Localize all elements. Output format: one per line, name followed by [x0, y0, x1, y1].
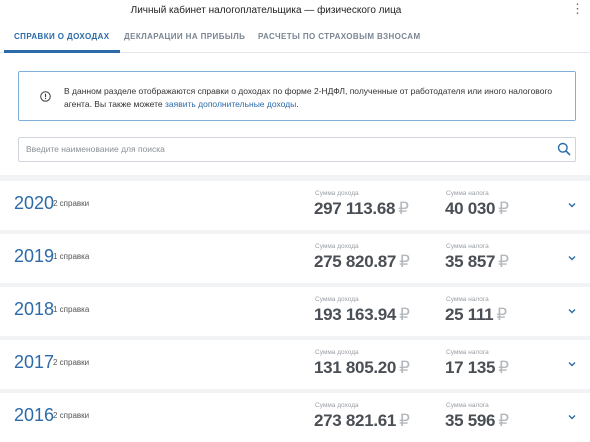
window-title: Личный кабинет налогоплательщика — физич…: [130, 5, 402, 16]
tax-amount: 35 857 ₽: [445, 252, 509, 272]
year-row-2017[interactable]: 2017 2 справки Сумма дохода 131 805.20 ₽ …: [0, 340, 590, 389]
chevron-down-icon[interactable]: [567, 201, 577, 209]
info-icon: [40, 91, 51, 102]
year-row-2020[interactable]: 2020 2 справки Сумма дохода 297 113.68 ₽ …: [0, 181, 590, 230]
income-value: 131 805.20: [314, 358, 397, 377]
statement-count: 1 справка: [53, 305, 90, 314]
income-value: 275 820.87: [314, 252, 397, 271]
year-label: 2019: [14, 246, 55, 266]
ruble-sign: ₽: [496, 305, 507, 324]
tax-value: 35 857: [445, 252, 496, 271]
ruble-sign: ₽: [498, 411, 509, 430]
statement-count: 1 справка: [53, 252, 90, 261]
chevron-down-icon[interactable]: [567, 413, 577, 421]
income-label: Сумма дохода: [315, 296, 359, 303]
statement-count: 2 справки: [53, 411, 90, 420]
tax-amount: 35 596 ₽: [445, 411, 509, 431]
declare-additional-income-link[interactable]: заявить дополнительные доходы: [165, 99, 296, 109]
statement-count: 2 справки: [53, 199, 90, 208]
income-label: Сумма дохода: [315, 190, 359, 197]
year-row-2019[interactable]: 2019 1 справка Сумма дохода 275 820.87 ₽ …: [0, 234, 590, 283]
income-value: 273 821.61: [314, 411, 397, 430]
ruble-sign: ₽: [399, 252, 410, 271]
tax-label: Сумма налога: [446, 243, 489, 250]
income-amount: 193 163.94 ₽: [314, 305, 410, 325]
content-panel: В данном разделе отображаются справки о …: [0, 53, 590, 175]
year-row-2018[interactable]: 2018 1 справка Сумма дохода 193 163.94 ₽ …: [0, 287, 590, 336]
ruble-sign: ₽: [498, 358, 509, 377]
income-amount: 273 821.61 ₽: [314, 411, 410, 431]
tab-profit-declarations[interactable]: ДЕКЛАРАЦИИ НА ПРИБЫЛЬ: [124, 22, 245, 52]
info-notice: В данном разделе отображаются справки о …: [18, 71, 576, 121]
info-message: В данном разделе отображаются справки о …: [64, 86, 553, 109]
tax-value: 40 030: [445, 199, 496, 218]
info-text: В данном разделе отображаются справки о …: [64, 85, 564, 111]
search-input[interactable]: [26, 141, 546, 157]
ruble-sign: ₽: [498, 199, 509, 218]
window-titlebar: Личный кабинет налогоплательщика — физич…: [0, 0, 590, 22]
chevron-down-icon[interactable]: [567, 360, 577, 368]
income-value: 193 163.94: [314, 305, 397, 324]
kebab-menu-icon[interactable]: ⋮: [571, 2, 584, 16]
statement-count: 2 справки: [53, 358, 90, 367]
ruble-sign: ₽: [399, 305, 410, 324]
income-amount: 275 820.87 ₽: [314, 252, 410, 272]
income-amount: 297 113.68 ₽: [314, 199, 409, 219]
tab-income-statements[interactable]: СПРАВКИ О ДОХОДАХ: [4, 22, 119, 53]
tab-insurance-contributions[interactable]: РАСЧЕТЫ ПО СТРАХОВЫМ ВЗНОСАМ: [258, 22, 421, 52]
chevron-down-icon[interactable]: [567, 307, 577, 315]
income-label: Сумма дохода: [315, 402, 359, 409]
tax-value: 25 111: [445, 305, 494, 324]
ruble-sign: ₽: [398, 199, 409, 218]
tax-label: Сумма налога: [446, 402, 489, 409]
tax-amount: 17 135 ₽: [445, 358, 509, 378]
search-icon[interactable]: [557, 142, 571, 156]
tax-value: 35 596: [445, 411, 496, 430]
income-amount: 131 805.20 ₽: [314, 358, 410, 378]
tab-bar: СПРАВКИ О ДОХОДАХ ДЕКЛАРАЦИИ НА ПРИБЫЛЬ …: [0, 22, 590, 53]
ruble-sign: ₽: [498, 252, 509, 271]
ruble-sign: ₽: [399, 411, 410, 430]
year-label: 2016: [14, 405, 55, 425]
ruble-sign: ₽: [399, 358, 410, 377]
year-label: 2018: [14, 299, 55, 319]
search-box: [18, 137, 576, 162]
year-label: 2020: [14, 193, 55, 213]
year-label: 2017: [14, 352, 55, 372]
year-row-2016[interactable]: 2016 2 справки Сумма дохода 273 821.61 ₽ …: [0, 393, 590, 442]
tax-value: 17 135: [445, 358, 496, 377]
info-end: .: [296, 99, 299, 109]
tax-amount: 25 111 ₽: [445, 305, 507, 325]
chevron-down-icon[interactable]: [567, 254, 577, 262]
tax-label: Сумма налога: [446, 190, 489, 197]
tax-amount: 40 030 ₽: [445, 199, 509, 219]
income-label: Сумма дохода: [315, 349, 359, 356]
tax-label: Сумма налога: [446, 349, 489, 356]
income-value: 297 113.68: [314, 199, 396, 218]
income-label: Сумма дохода: [315, 243, 359, 250]
tax-label: Сумма налога: [446, 296, 489, 303]
